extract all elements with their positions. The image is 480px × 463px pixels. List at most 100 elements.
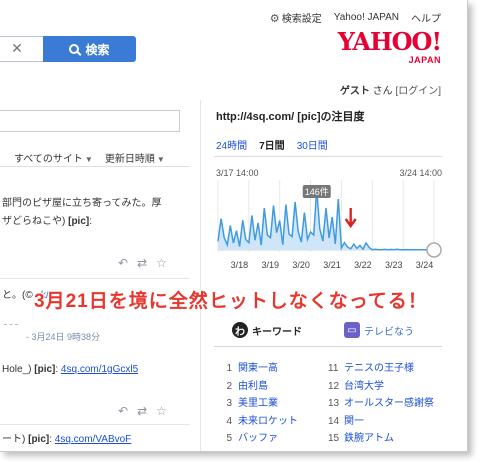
trend-chart-svg: 3/17 14:00 3/24 14:00 146件 3/18 3/19 3/20 3… [216, 168, 442, 270]
ranking-item[interactable]: 4 未来ロケット [222, 413, 298, 431]
range-end-handle[interactable] [426, 242, 442, 258]
search-settings-label[interactable]: 検索設定 [282, 14, 322, 25]
ranking-keyword[interactable]: 鉄腕アトム [344, 430, 394, 448]
ranking-right: 11 テニスの王子様 12 台湾大学 13 オールスター感謝祭 14 関一 15 鉄腕アトム [328, 360, 446, 448]
ranking-number: 2 [226, 380, 232, 392]
clear-icon[interactable]: ✕ [10, 41, 24, 55]
x-axis-label: 3/22 [354, 260, 372, 270]
ranking-number: 11 [328, 363, 339, 374]
sort-filter-label: 更新日時順 [104, 154, 155, 165]
search-button-label: 検索 [85, 42, 110, 57]
ranking-item[interactable]: 1 関東一高 [222, 360, 298, 378]
ranking-item[interactable]: 3 美里工業 [222, 395, 298, 413]
keyword-icon: わ [232, 322, 248, 338]
sort-filter[interactable]: 更新日時順 ▼ [105, 150, 165, 165]
divider [214, 156, 442, 157]
down-arrow-icon [344, 208, 357, 229]
divider [0, 166, 190, 167]
annotation-text: 3月21日を境に全然ヒットしなくなってる！ [34, 291, 428, 312]
ranking-keyword[interactable]: 由利島 [238, 378, 268, 396]
ranking-number: 13 [328, 398, 340, 409]
x-axis-label: 3/20 [292, 260, 310, 270]
tab-tv-now[interactable]: ▭ テレビなう [344, 322, 414, 338]
ranking-left: 1 関東一高 2 由利島 3 美里工業 4 未来ロケット 5 バッファ [222, 360, 298, 448]
gear-icon: ⚙ [269, 13, 280, 25]
ranking-item[interactable]: 2 由利島 [222, 378, 298, 396]
tweet-2-line-2: Hole_) [pic]: 4sq.com/1gGcxl5 [2, 362, 138, 377]
ranking-keyword[interactable]: 関東一高 [238, 360, 278, 378]
x-axis-label: 3/19 [262, 260, 280, 270]
divider [0, 424, 190, 425]
x-axis-label: 3/21 [323, 260, 341, 270]
tweet-3-pic: [pic] [28, 434, 50, 445]
tab-30d[interactable]: 30日間 [297, 137, 328, 152]
logo-subtitle: JAPAN [408, 55, 441, 65]
results-query-box[interactable] [0, 110, 180, 132]
tweet-2-url[interactable]: 4sq.com/1gGcxl5 [61, 364, 138, 375]
x-axis-label: 3/18 [231, 260, 249, 270]
trend-title: http://4sq.com/ [pic]の注目度 [216, 111, 365, 123]
guest-suffix: さん [372, 86, 393, 97]
ranking-item[interactable]: 12 台湾大学 [328, 378, 446, 396]
result-filters: すべてのサイト ▼ 更新日時順 ▼ [14, 150, 165, 165]
tweet-1-colon: : [89, 216, 92, 227]
ranking-keyword[interactable]: バッファ [238, 430, 278, 448]
tweet-2-pic: [pic] [34, 364, 56, 375]
chart-start-label: 3/17 14:00 [216, 168, 259, 178]
utility-links: ⚙ 検索設定 Yahoo! JAPAN ヘルプ [270, 10, 441, 25]
tab-24h[interactable]: 24時間 [216, 137, 247, 152]
ranking-keyword[interactable]: オールスター感謝祭 [344, 395, 434, 413]
search-button[interactable]: 検索 [43, 36, 136, 62]
tweet-2-handle: Hole_) [2, 364, 35, 375]
chevron-down-icon: ▼ [156, 155, 165, 164]
yahoo-logo[interactable]: YAHOO! JAPAN [337, 27, 442, 66]
reply-icon[interactable]: ↶ [118, 256, 128, 270]
ranking-number: 4 [226, 415, 232, 427]
favorite-icon[interactable]: ☆ [156, 256, 167, 270]
guest-name: ゲスト [339, 86, 370, 97]
tweet-2-text: と。(© [2, 290, 36, 301]
x-axis-labels: 3/18 3/19 3/20 3/21 3/22 3/23 3/24 [231, 260, 434, 270]
ranking-item[interactable]: 13 オールスター感謝祭 [328, 395, 446, 413]
tab-tv-label: テレビなう [364, 326, 414, 338]
ranking-item[interactable]: 15 鉄腕アトム [328, 430, 446, 448]
site-filter-label: すべてのサイト [14, 154, 83, 165]
reply-icon[interactable]: ↶ [118, 404, 128, 418]
ranking-item[interactable]: 11 テニスの王子様 [328, 360, 446, 378]
tweet-2-actions: ↶ ⇄ ☆ [118, 404, 167, 418]
tweet-1-pic: [pic] [68, 216, 90, 227]
ranking-item[interactable]: 5 バッファ [222, 430, 298, 448]
search-settings-link[interactable]: ⚙ 検索設定 [269, 10, 322, 26]
ranking-number: 1 [226, 363, 232, 374]
ranking-number: 14 [328, 415, 340, 427]
tweet-1-text: ザどらねこや) [2, 216, 69, 227]
login-link[interactable]: [ログイン] [395, 86, 441, 97]
logo-wordmark: YAHOO! [337, 27, 442, 56]
chart-end-label: 3/24 14:00 [399, 168, 442, 178]
retweet-icon[interactable]: ⇄ [137, 404, 147, 418]
chevron-down-icon: ▼ [84, 155, 93, 164]
ranking-item[interactable]: 14 関一 [328, 413, 446, 431]
favorite-icon[interactable]: ☆ [156, 404, 167, 418]
retweet-icon[interactable]: ⇄ [137, 256, 147, 270]
guest-greeting: ゲスト さん [ログイン] [340, 82, 441, 97]
tab-7d[interactable]: 7日間 [259, 137, 285, 152]
tweet-2-date: - 3月24日 9時38分 [26, 332, 101, 342]
tweet-2-timestamp[interactable]: 3月24日 9時38分 [32, 332, 101, 342]
trend-area [218, 190, 434, 250]
tab-keyword-label: キーワード [252, 326, 302, 338]
ranking-keyword[interactable]: 美里工業 [238, 395, 278, 413]
yahoo-japan-link[interactable]: Yahoo! JAPAN [334, 12, 399, 23]
help-link[interactable]: ヘルプ [411, 10, 441, 25]
peak-label: 146件 [305, 186, 329, 197]
tweet-1-line-2: ザどらねこや) [pic]: [2, 214, 92, 229]
tab-keyword[interactable]: わ キーワード [232, 322, 302, 338]
ranking-keyword[interactable]: テニスの王子様 [344, 360, 414, 378]
ranking-keyword[interactable]: 関一 [344, 413, 364, 431]
ranking-keyword[interactable]: 未来ロケット [238, 413, 298, 431]
tweet-1-actions: ↶ ⇄ ☆ [118, 256, 167, 270]
ranking-keyword[interactable]: 台湾大学 [344, 378, 384, 396]
peak-marker: 146件 [302, 185, 331, 198]
site-filter[interactable]: すべてのサイト ▼ [14, 150, 93, 165]
tweet-3-url[interactable]: 4sq.com/VABvoF [55, 434, 132, 445]
